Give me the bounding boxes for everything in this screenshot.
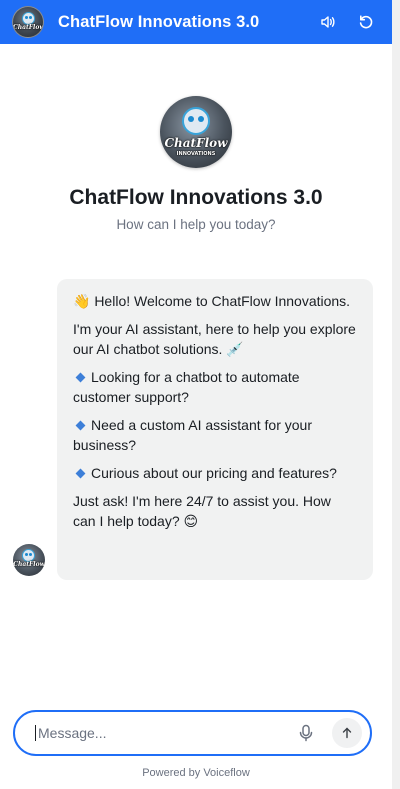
avatar-logo-text: ChatFlow	[164, 136, 228, 150]
message-avatar-logo-text: ChatFlow	[13, 561, 45, 568]
refresh-icon	[359, 15, 373, 29]
header-logo-text: ChatFlow	[13, 24, 44, 31]
message-intro: I'm your AI assistant, here to help you …	[73, 321, 356, 357]
message-bullet: Curious about our pricing and features?	[73, 463, 357, 483]
intro-subtitle: How can I help you today?	[116, 217, 276, 232]
blue-diamond-icon	[75, 372, 86, 383]
arrow-up-icon	[342, 727, 352, 739]
header-title: ChatFlow Innovations 3.0	[58, 12, 260, 31]
assistant-avatar-small: ChatFlow	[13, 544, 45, 576]
message-input[interactable]	[35, 725, 292, 741]
assistant-message-bubble: 👋 Hello! Welcome to ChatFlow Innovations…	[57, 279, 373, 580]
message-bullet: Need a custom AI assistant for your busi…	[73, 417, 312, 453]
avatar-logo-subtext: INNOVATIONS	[176, 151, 216, 157]
blue-diamond-icon	[75, 468, 86, 479]
microphone-icon	[299, 724, 313, 742]
scrollbar-track[interactable]	[392, 0, 400, 789]
header-avatar: ChatFlow	[12, 6, 44, 38]
powered-by-footer: Powered by Voiceflow	[142, 767, 250, 779]
assistant-avatar-large: ChatFlow INNOVATIONS	[160, 96, 232, 168]
microphone-button[interactable]	[292, 719, 320, 747]
message-closing: Just ask! I'm here 24/7 to assist you. H…	[73, 493, 331, 529]
sound-button[interactable]	[314, 8, 342, 36]
chat-intro: ChatFlow INNOVATIONS ChatFlow Innovation…	[0, 96, 392, 232]
blue-diamond-icon	[75, 420, 86, 431]
intro-title: ChatFlow Innovations 3.0	[69, 186, 323, 209]
send-button[interactable]	[332, 718, 362, 748]
message-greeting: 👋 Hello! Welcome to ChatFlow Innovations…	[73, 293, 351, 309]
reset-button[interactable]	[352, 8, 380, 36]
speaker-icon	[321, 16, 335, 28]
message-composer[interactable]	[13, 710, 372, 756]
chat-header: ChatFlow ChatFlow Innovations 3.0	[0, 0, 392, 44]
message-bullet: Looking for a chatbot to automate custom…	[73, 369, 300, 405]
